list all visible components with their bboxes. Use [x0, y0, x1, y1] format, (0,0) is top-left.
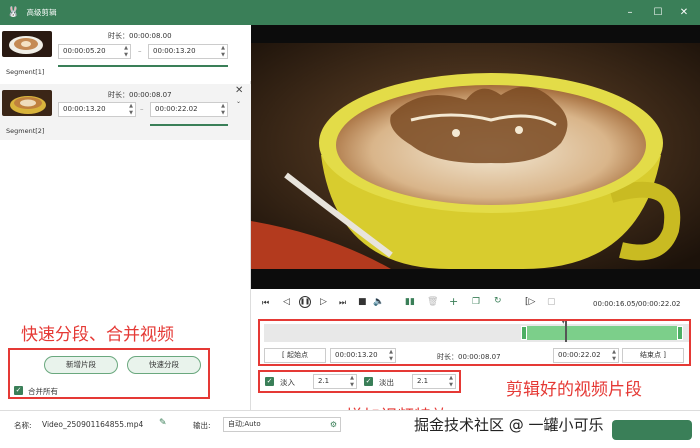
segment-start-input[interactable]: 00:00:13.20 ▲ ▼ — [58, 102, 136, 117]
set-start-icon[interactable]: [▷ — [525, 297, 535, 307]
quick-split-button[interactable]: 快速分段 — [127, 356, 201, 374]
file-name: Video_250901164855.mp4 — [42, 420, 144, 429]
trim-start-input[interactable]: 00:00:13.20 ▲ ▼ — [330, 348, 396, 363]
volume-icon[interactable]: 🔈 — [373, 297, 384, 307]
segment-duration: 时长：00:00:08.07 — [108, 91, 172, 99]
stop-icon[interactable]: ■ — [358, 297, 367, 307]
fade-in-checkbox[interactable]: ✓ — [265, 377, 274, 386]
segment-label: Segment[2] — [6, 127, 45, 135]
segment-progress-bar — [150, 124, 228, 126]
fade-out-input[interactable]: 2.1 ▲ ▼ — [412, 374, 456, 389]
minimize-button[interactable]: – — [621, 0, 639, 25]
close-button[interactable]: ✕ — [675, 0, 693, 25]
segment-label: Segment[1] — [6, 68, 45, 76]
segment-item-2[interactable]: Segment[2] 时长：00:00:08.07 00:00:13.20 ▲ ▼ … — [0, 84, 251, 140]
maximize-icon: ☐ — [653, 7, 663, 18]
segment-item-1[interactable]: Segment[1] 时长：00:00:08.00 00:00:05.20 ▲ ▼ … — [0, 25, 251, 81]
video-preview — [251, 25, 700, 289]
set-end-icon[interactable]: ▢ — [547, 297, 556, 307]
window-title: 高级剪辑 — [26, 8, 57, 17]
fade-in-input[interactable]: 2.1 ▲ ▼ — [313, 374, 357, 389]
trim-duration: 时长：00:00:08.07 — [437, 353, 501, 361]
spinner-icon[interactable]: ▲ ▼ — [612, 349, 616, 362]
skip-end-icon[interactable]: ⏭ — [339, 298, 346, 308]
minimize-icon: – — [627, 7, 633, 18]
edit-name-icon[interactable]: ✎ — [159, 418, 167, 428]
segment-thumbnail — [2, 31, 52, 57]
spinner-icon[interactable]: ▲ ▼ — [449, 375, 453, 388]
new-segment-button[interactable]: 新增片段 — [44, 356, 118, 374]
fade-in-label: 淡入 — [280, 378, 295, 387]
chevron-down-icon[interactable]: ⌄ — [236, 98, 241, 105]
segment-thumbnail — [2, 90, 52, 116]
close-icon[interactable]: ✕ — [235, 85, 243, 96]
spinner-icon[interactable]: ▲ ▼ — [124, 45, 128, 58]
trim-end-input[interactable]: 00:00:22.02 ▲ ▼ — [553, 348, 619, 363]
output-format-select[interactable]: 自动;Auto ⚙ — [223, 417, 341, 432]
set-start-button[interactable]: [ 起始点 — [264, 348, 326, 363]
segment-end-input[interactable]: 00:00:13.20 ▲ ▼ — [148, 44, 228, 59]
fade-out-checkbox[interactable]: ✓ — [364, 377, 373, 386]
annotation-split-merge: 快速分段、合并视频 — [21, 325, 174, 345]
range-separator: – — [138, 47, 142, 55]
copy-icon[interactable]: ❐ — [472, 297, 480, 307]
reset-icon[interactable]: ↻ — [494, 296, 502, 306]
set-end-button[interactable]: 结束点 ] — [622, 348, 684, 363]
spinner-icon[interactable]: ▲ ▼ — [389, 349, 393, 362]
playback-time: 00:00:16.05/00:00:22.02 — [593, 300, 681, 308]
close-icon: ✕ — [679, 7, 689, 18]
split-icon[interactable]: ▮▮ — [405, 297, 415, 307]
segment-start-input[interactable]: 00:00:05.20 ▲ ▼ — [58, 44, 131, 59]
annotation-clips: 剪辑好的视频片段 — [506, 380, 642, 400]
rabbit-logo-icon: 🐰 — [7, 7, 20, 18]
spinner-icon[interactable]: ▲ ▼ — [129, 103, 133, 116]
name-label: 名称: — [14, 421, 32, 430]
output-label: 输出: — [193, 421, 211, 430]
maximize-button[interactable]: ☐ — [649, 0, 667, 25]
export-button[interactable] — [612, 420, 692, 440]
step-back-icon[interactable]: ◁ — [283, 297, 290, 307]
merge-all-checkbox[interactable]: ✓ — [14, 386, 23, 395]
segment-progress-bar — [58, 65, 228, 67]
spinner-icon[interactable]: ▲ ▼ — [221, 103, 225, 116]
title-bar: 🐰 高级剪辑 — [0, 0, 700, 25]
delete-icon[interactable]: 🗑 — [427, 297, 438, 307]
skip-start-icon[interactable]: ⏮ — [262, 298, 269, 308]
segment-duration: 时长：00:00:08.00 — [108, 32, 172, 40]
add-icon[interactable]: + — [449, 295, 458, 308]
segment-end-input[interactable]: 00:00:22.02 ▲ ▼ — [150, 102, 228, 117]
gear-icon[interactable]: ⚙ — [330, 418, 337, 431]
spinner-icon[interactable]: ▲ ▼ — [221, 45, 225, 58]
step-forward-icon[interactable]: ▷ — [320, 297, 327, 307]
spinner-icon[interactable]: ▲ ▼ — [350, 375, 354, 388]
pause-icon[interactable]: ❚❚ — [299, 296, 311, 308]
merge-all-label: 合并所有 — [28, 387, 58, 396]
fade-out-label: 淡出 — [379, 378, 394, 387]
watermark: 掘金技术社区 @ 一罐小可乐 — [414, 416, 604, 434]
range-separator: – — [140, 105, 144, 113]
